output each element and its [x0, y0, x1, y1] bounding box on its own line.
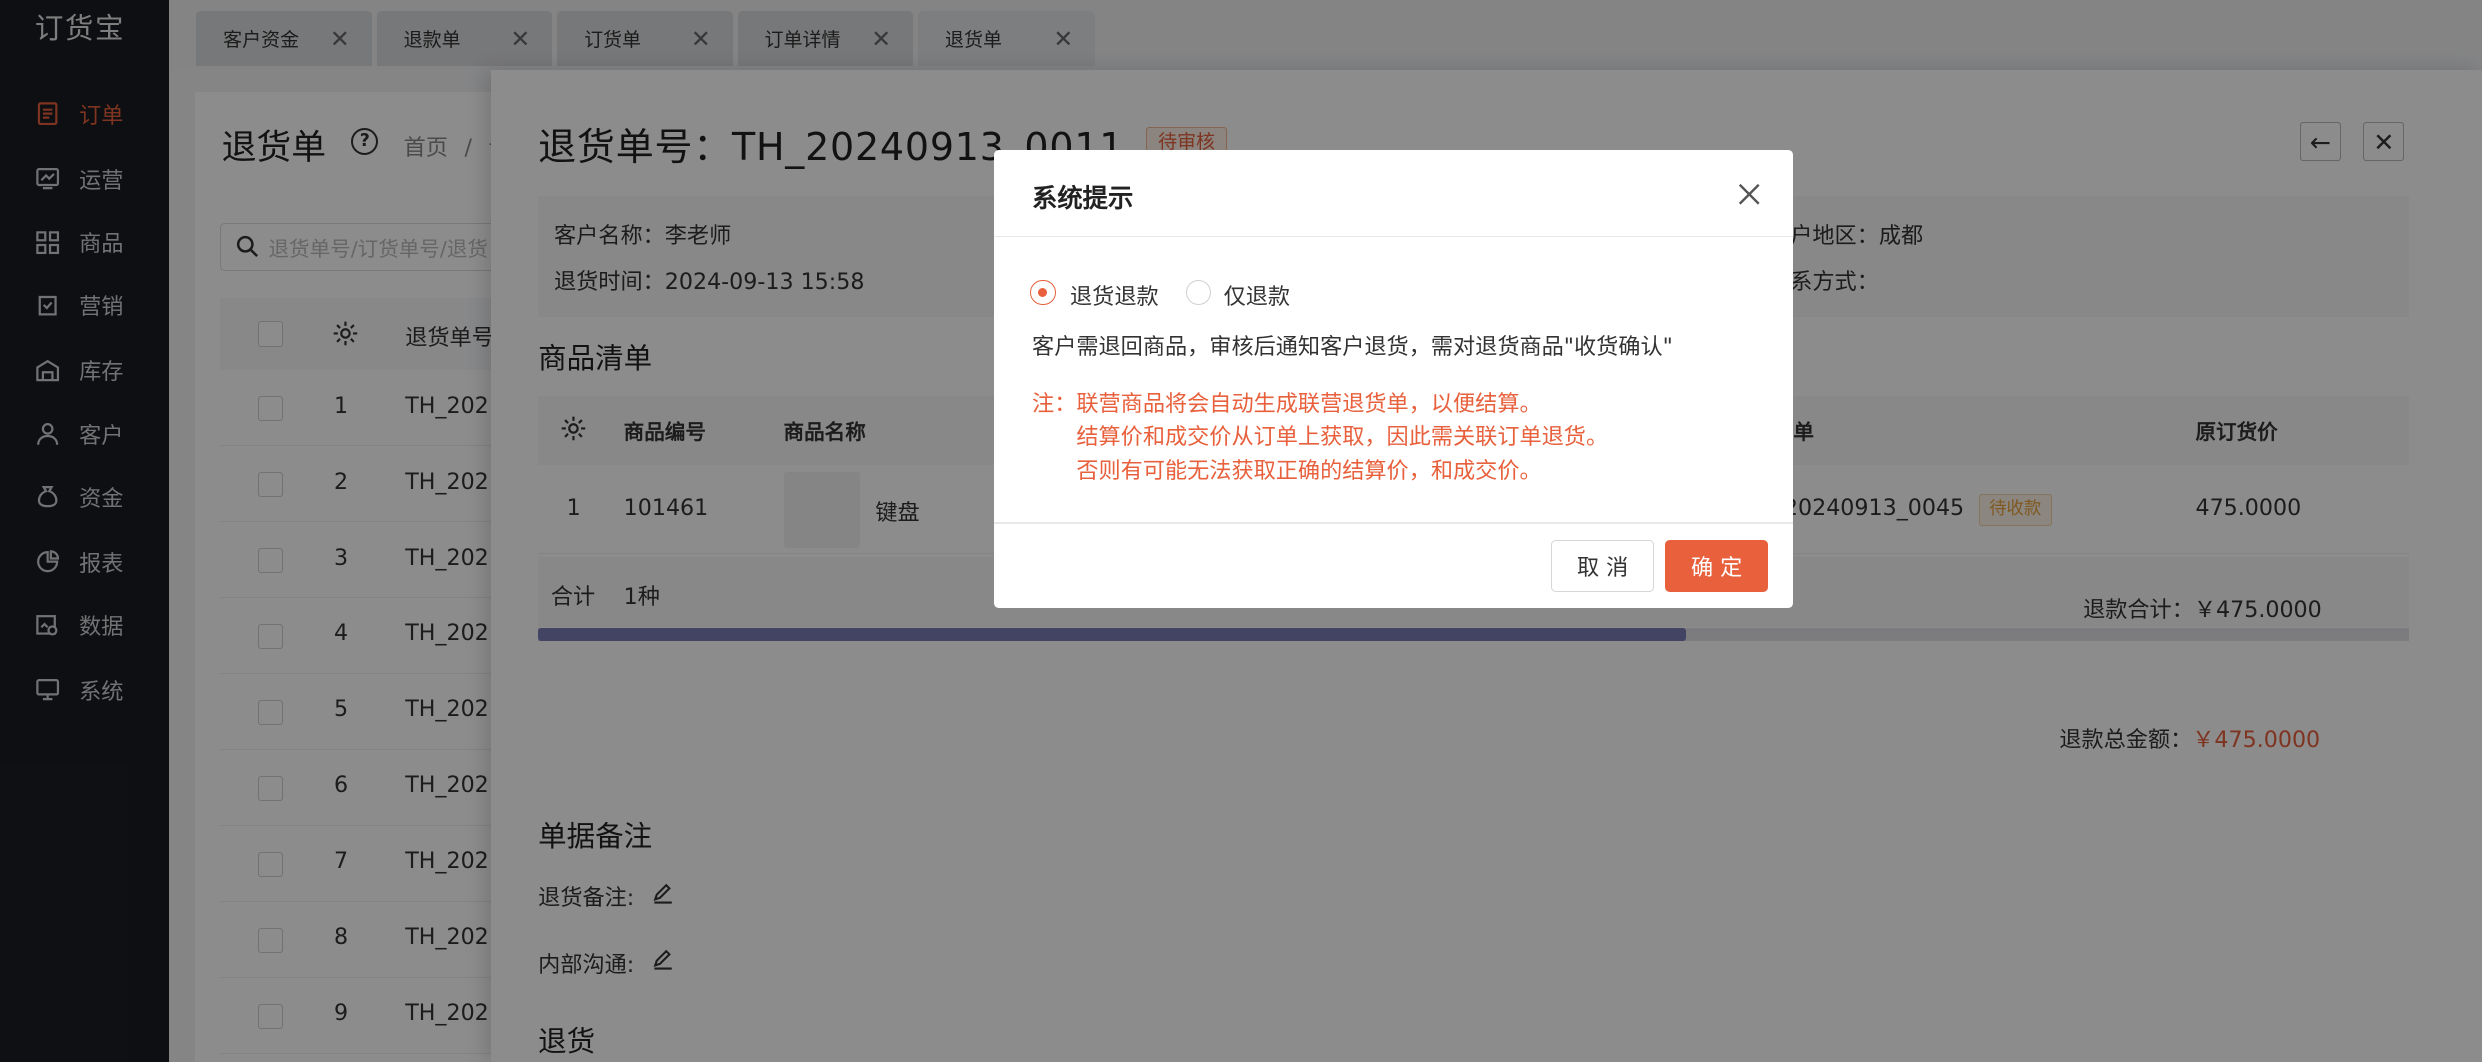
- radio-return-refund[interactable]: [1030, 280, 1056, 306]
- note-line-3: 否则有可能无法获取正确的结算价，和成交价。: [1076, 457, 1542, 484]
- radio-label-refund-only[interactable]: 仅退款: [1224, 279, 1290, 311]
- note-line-1: 注：联营商品将会自动生成联营退货单，以便结算。: [1032, 391, 1542, 418]
- divider: [994, 235, 1794, 238]
- radio-label-return-refund[interactable]: 退货退款: [1070, 279, 1159, 311]
- divider: [994, 522, 1794, 524]
- cancel-button[interactable]: 取 消: [1551, 539, 1655, 592]
- confirm-button[interactable]: 确 定: [1665, 539, 1769, 592]
- close-icon[interactable]: [1735, 180, 1763, 208]
- dialog-description: 客户需退回商品，审核后通知客户退货，需对退货商品"收货确认": [1032, 334, 1673, 361]
- dialog-title: 系统提示: [1032, 182, 1134, 213]
- note-line-2: 结算价和成交价从订单上获取，因此需关联订单退货。: [1076, 424, 1609, 451]
